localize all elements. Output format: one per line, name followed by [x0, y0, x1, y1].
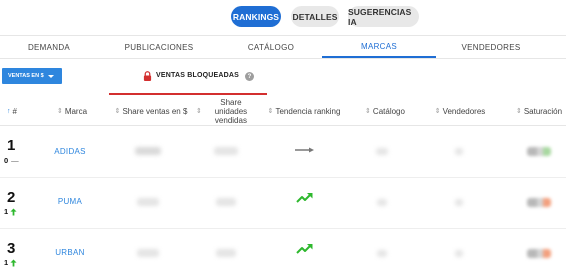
column-sellers[interactable]: ⇕ Vendedores — [434, 96, 486, 126]
sort-arrow-icon: ⇕ — [56, 107, 63, 115]
sugerencias-ia-button[interactable]: SUGERENCIAS IA — [348, 6, 419, 27]
blurred-share-units — [216, 198, 236, 206]
sort-arrow-icon: ↑ — [7, 107, 11, 115]
rank-change: 0— — [4, 156, 19, 165]
tab-publicaciones[interactable]: PUBLICACIONES — [98, 36, 220, 58]
column-rank[interactable]: ↑ # — [2, 96, 22, 126]
column-catalog[interactable]: ⇕ Catálogo — [362, 96, 408, 126]
ventas-bloqueadas-tab[interactable]: VENTAS BLOQUEADAS ? — [109, 68, 267, 95]
tab-catalogo[interactable]: CATÁLOGO — [220, 36, 322, 58]
blurred-catalog — [377, 199, 387, 206]
blurred-saturation — [527, 147, 551, 156]
blurred-share-sales — [137, 198, 159, 206]
trend-up-icon — [296, 244, 313, 254]
brand-link[interactable]: ADIDAS — [50, 147, 90, 156]
sort-arrow-icon: ⇕ — [267, 107, 274, 115]
blurred-saturation — [527, 249, 551, 258]
detalles-button[interactable]: DETALLES — [291, 6, 339, 27]
column-trend[interactable]: ⇕ Tendencia ranking — [266, 96, 342, 126]
rank-change: 1 — [4, 207, 17, 216]
ranking-tabs: DEMANDA PUBLICACIONES CATÁLOGO MARCAS VE… — [0, 35, 566, 59]
blurred-share-units — [214, 147, 238, 155]
table-header: ↑ # ⇕ Marca ⇕ Share ventas en $ ⇕ Share unid… — [0, 96, 566, 126]
table-row[interactable]: 3 1 URBAN — [0, 229, 566, 275]
rank-number: 2 — [7, 189, 16, 206]
blurred-sellers — [455, 250, 463, 257]
blurred-sellers — [455, 148, 463, 155]
rank-number: 3 — [7, 240, 16, 257]
rank-number: 1 — [7, 137, 16, 154]
trend-flat-icon — [295, 147, 314, 153]
blurred-sellers — [455, 199, 463, 206]
view-switcher: RANKINGS DETALLES SUGERENCIAS IA — [0, 6, 566, 28]
rank-change: 1 — [4, 258, 17, 267]
help-icon[interactable]: ? — [245, 72, 254, 81]
arrow-up-icon — [10, 208, 17, 215]
column-brand[interactable]: ⇕ Marca — [50, 96, 94, 126]
sort-arrow-icon: ⇕ — [114, 107, 121, 115]
column-share-sales[interactable]: ⇕ Share ventas en $ — [112, 96, 190, 126]
column-saturation[interactable]: ⇕ Saturación — [514, 96, 564, 126]
blurred-share-sales — [137, 249, 159, 257]
brand-link[interactable]: URBAN — [50, 248, 90, 257]
brand-link[interactable]: PUMA — [50, 197, 90, 206]
sort-arrow-icon: ⇕ — [434, 107, 441, 115]
ventas-bloqueadas-label: VENTAS BLOQUEADAS — [156, 72, 239, 79]
sort-arrow-icon: ⇕ — [365, 107, 371, 115]
sort-arrow-icon: ⇕ — [515, 107, 522, 115]
tab-demanda[interactable]: DEMANDA — [0, 36, 98, 58]
metric-dropdown[interactable]: VENTAS EN $ — [2, 68, 62, 84]
tab-marcas[interactable]: MARCAS — [322, 36, 436, 58]
lock-icon — [143, 71, 152, 81]
table-row[interactable]: 1 0— ADIDAS — [0, 127, 566, 178]
trend-up-icon — [296, 193, 313, 203]
no-change-icon: — — [11, 156, 19, 165]
arrow-up-icon — [10, 259, 17, 266]
sort-arrow-icon: ⇕ — [196, 107, 202, 115]
tab-vendedores[interactable]: VENDEDORES — [436, 36, 546, 58]
blurred-share-units — [216, 249, 236, 257]
blurred-saturation — [527, 198, 551, 207]
blurred-catalog — [376, 148, 388, 155]
table-row[interactable]: 2 1 PUMA — [0, 178, 566, 229]
blurred-share-sales — [135, 147, 161, 155]
caret-down-icon — [47, 74, 54, 78]
blurred-catalog — [377, 250, 387, 257]
column-share-units[interactable]: ⇕ Share unidades vendidas — [196, 96, 258, 126]
metric-dropdown-label: VENTAS EN $ — [8, 73, 44, 79]
rankings-button[interactable]: RANKINGS — [231, 6, 281, 27]
